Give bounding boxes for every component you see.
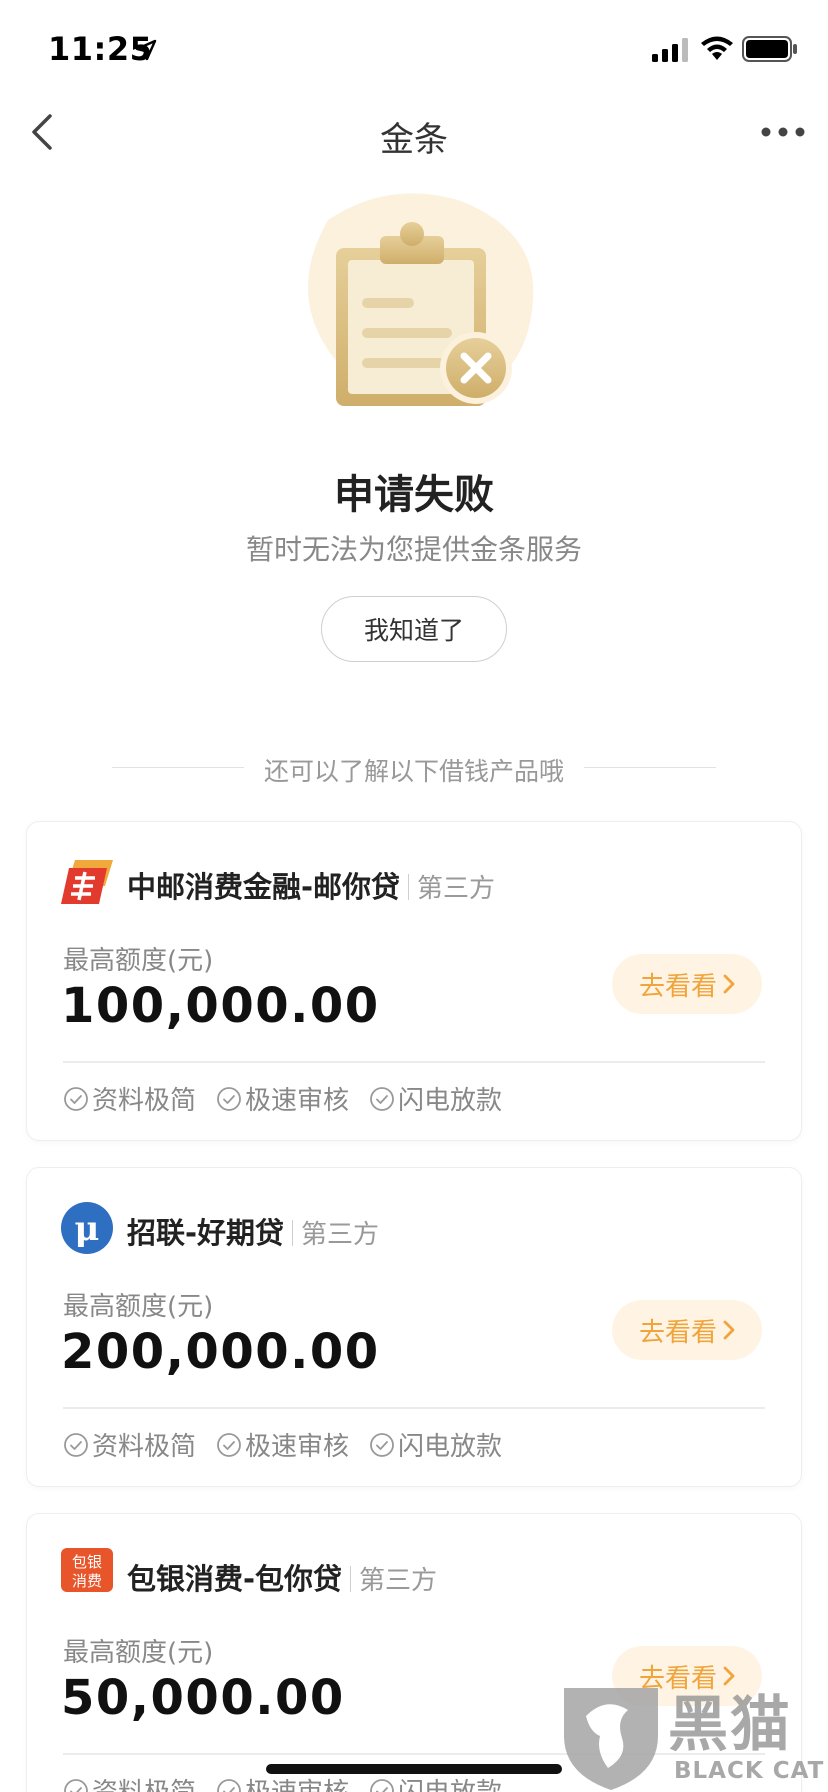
view-product-button[interactable]: 去看看 — [612, 954, 762, 1014]
feature-label: 闪电放款 — [398, 1432, 503, 1462]
location-arrow-icon — [135, 39, 157, 61]
limit-label: 最高额度(元) — [63, 946, 214, 976]
product-tag: 第三方 — [301, 1220, 380, 1250]
feature-list: 资料极简 极速审核 闪电放款 — [63, 1772, 502, 1792]
feature-label: 闪电放款 — [398, 1086, 503, 1116]
page-title: 金条 — [380, 120, 448, 160]
card-divider — [63, 1407, 765, 1409]
status-bar: 11:25 — [0, 0, 828, 100]
check-circle-icon — [370, 1432, 394, 1457]
feature-item: 闪电放款 — [369, 1080, 502, 1117]
feature-label: 资料极简 — [92, 1086, 197, 1116]
check-circle-icon — [370, 1778, 394, 1792]
feature-label: 极速审核 — [245, 1086, 350, 1116]
chevron-right-icon — [723, 974, 735, 994]
battery-icon — [742, 36, 797, 62]
tag-separator — [350, 1566, 352, 1592]
feature-item: 资料极简 — [63, 1772, 196, 1792]
product-name: 包银消费-包你贷 — [127, 1562, 343, 1596]
nav-bar: 金条 — [0, 100, 828, 166]
feature-label: 极速审核 — [245, 1432, 350, 1462]
feature-item: 资料极简 — [63, 1426, 196, 1463]
home-indicator[interactable] — [266, 1764, 562, 1774]
tag-separator — [292, 1220, 294, 1246]
product-name-line: 中邮消费金融-邮你贷 第三方 — [127, 864, 495, 906]
limit-label: 最高额度(元) — [63, 1292, 214, 1322]
product-card[interactable]: 中邮消费金融-邮你贷 第三方 最高额度(元) 100,000.00 去看看 资料极… — [27, 822, 801, 1140]
check-circle-icon — [217, 1432, 241, 1457]
check-circle-icon — [64, 1432, 88, 1457]
chevron-right-icon — [723, 1320, 735, 1340]
feature-label: 闪电放款 — [398, 1772, 502, 1792]
zhongyou-logo-icon — [61, 860, 113, 904]
application-failed-clipboard-icon — [308, 193, 534, 406]
feature-item: 闪电放款 — [369, 1426, 502, 1463]
limit-label: 最高额度(元) — [63, 1638, 214, 1668]
watermark-text-en: BLACK CAT — [674, 1758, 825, 1784]
view-button-label: 去看看 — [638, 971, 717, 1002]
view-product-button[interactable]: 去看看 — [612, 1300, 762, 1360]
more-options-icon[interactable] — [760, 124, 806, 140]
view-button-label: 去看看 — [638, 1317, 717, 1348]
feature-label: 资料极简 — [92, 1772, 196, 1792]
product-tag: 第三方 — [359, 1566, 438, 1596]
baoyin-logo-icon: 包银 消费 — [61, 1548, 113, 1592]
section-label: 还可以了解以下借钱产品哦 — [263, 757, 564, 786]
product-card[interactable]: μ 招联-好期贷 第三方 最高额度(元) 200,000.00 去看看 资料极简 … — [27, 1168, 801, 1486]
feature-list: 资料极简 极速审核 闪电放款 — [63, 1426, 502, 1463]
zhaolian-logo-icon: μ — [61, 1202, 113, 1254]
baoyin-logo-text-top: 包银 — [72, 1553, 102, 1571]
check-circle-icon — [217, 1086, 241, 1111]
product-name: 中邮消费金融-邮你贷 — [127, 870, 401, 904]
tag-separator — [408, 874, 410, 900]
check-circle-icon — [370, 1086, 394, 1111]
feature-item: 资料极简 — [63, 1080, 196, 1117]
card-divider — [63, 1061, 765, 1063]
limit-value: 200,000.00 — [61, 1324, 380, 1380]
feature-item: 极速审核 — [216, 1080, 349, 1117]
feature-item: 闪电放款 — [369, 1772, 502, 1792]
feature-label: 资料极简 — [92, 1432, 197, 1462]
limit-value: 50,000.00 — [61, 1670, 345, 1726]
cellular-signal-icon — [652, 38, 688, 62]
result-subtitle: 暂时无法为您提供金条服务 — [245, 533, 582, 566]
check-circle-icon — [217, 1778, 241, 1792]
svg-text:μ: μ — [75, 1209, 100, 1249]
wifi-icon — [701, 36, 733, 60]
product-name-line: 招联-好期贷 第三方 — [127, 1210, 379, 1252]
section-divider: 还可以了解以下借钱产品哦 — [112, 748, 716, 788]
product-name-line: 包银消费-包你贷 第三方 — [127, 1556, 437, 1598]
acknowledge-button[interactable]: 我知道了 — [321, 596, 507, 662]
limit-value: 100,000.00 — [61, 978, 380, 1034]
result-title: 申请失败 — [334, 472, 494, 518]
product-tag: 第三方 — [417, 874, 496, 904]
feature-list: 资料极简 极速审核 闪电放款 — [63, 1080, 502, 1117]
product-name: 招联-好期贷 — [127, 1216, 285, 1250]
divider-line-right — [584, 767, 716, 768]
check-circle-icon — [64, 1778, 88, 1792]
feature-item: 极速审核 — [216, 1772, 349, 1792]
black-cat-shield-icon — [564, 1688, 658, 1790]
feature-label: 极速审核 — [245, 1772, 349, 1792]
black-cat-watermark: 黑猫 BLACK CAT — [556, 1676, 828, 1792]
feature-item: 极速审核 — [216, 1426, 349, 1463]
watermark-text-cn: 黑猫 — [668, 1690, 792, 1760]
check-circle-icon — [64, 1086, 88, 1111]
baoyin-logo-text-bottom: 消费 — [72, 1572, 102, 1590]
